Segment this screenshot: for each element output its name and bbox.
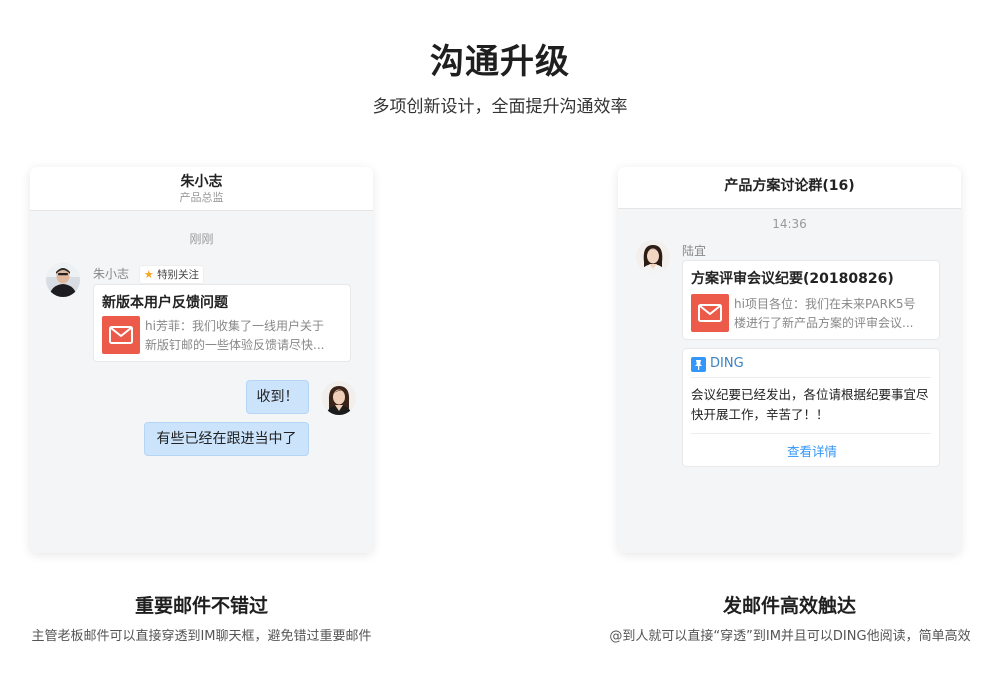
outgoing-message-bubble[interactable]: 收到！ [246, 380, 309, 414]
sender-name: 朱小志 [93, 267, 130, 281]
mail-icon [691, 294, 729, 332]
sender-row: 朱小志 ★ 特别关注 [93, 265, 205, 284]
feature-title: 发邮件高效触达 [722, 595, 856, 617]
mail-preview-line1: hi项目各位：我们在未来PARK5号 [734, 297, 916, 311]
mail-preview-line2: 楼进行了新产品方案的评审会议... [734, 316, 914, 330]
mail-message-card[interactable]: 新版本用户反馈问题 hi芳菲：我们收集了一线用户关于 新版钉邮的一些体验反馈请尽… [93, 284, 351, 362]
chat-contact-role: 产品总监 [179, 191, 224, 204]
ding-text-line2: 快开展工作，辛苦了！！ [691, 407, 829, 422]
avatar[interactable] [636, 240, 670, 274]
mail-preview-line1: hi芳菲：我们收集了一线用户关于 [145, 319, 324, 333]
mail-title: 方案评审会议纪要(20180826) [691, 271, 894, 287]
avatar[interactable] [46, 263, 80, 297]
view-details-link[interactable]: 查看详情 [683, 441, 941, 460]
sender-row: 陆宜 [682, 242, 706, 259]
ding-text-line1: 会议纪要已经发出，各位请根据纪要事宜尽 [691, 387, 929, 402]
hero-title: 沟通升级 [430, 42, 570, 82]
group-title[interactable]: 产品方案讨论群(16) [618, 178, 961, 195]
chat-window-group: 产品方案讨论群(16) 14:36 陆宜 方案评审会议纪要(20180826) … [618, 167, 961, 553]
star-icon: ★ [143, 268, 154, 281]
special-follow-badge: ★ 特别关注 [138, 265, 205, 284]
ding-label: DING [710, 356, 744, 371]
feature-description: @到人就可以直接“穿透”到IM并且可以DING他阅读，简单高效 [609, 629, 971, 644]
chat-header: 产品方案讨论群(16) [618, 167, 961, 209]
divider [691, 433, 931, 434]
chat-window-direct: 朱小志 产品总监 刚刚 朱小志 ★ 特别关注 新版本用户反馈问题 hi芳菲：我们… [30, 167, 373, 553]
mail-preview-line2: 新版钉邮的一些体验反馈请尽快... [145, 338, 325, 352]
ding-message-card[interactable]: DING 会议纪要已经发出，各位请根据纪要事宜尽 快开展工作，辛苦了！！ 查看详… [682, 348, 940, 467]
pin-icon [691, 357, 706, 372]
mail-title: 新版本用户反馈问题 [102, 295, 228, 311]
mail-icon [102, 316, 140, 354]
chat-header: 朱小志 产品总监 [30, 167, 373, 211]
message-timestamp: 刚刚 [189, 232, 214, 246]
feature-description: 主管老板邮件可以直接穿透到IM聊天框，避免错过重要邮件 [31, 629, 372, 644]
sender-name: 陆宜 [682, 244, 707, 258]
feature-title: 重要邮件不错过 [134, 595, 268, 617]
divider [691, 377, 931, 378]
hero-subtitle: 多项创新设计，全面提升沟通效率 [372, 97, 628, 117]
avatar[interactable] [322, 381, 356, 415]
message-timestamp: 14:36 [772, 217, 807, 231]
mail-message-card[interactable]: 方案评审会议纪要(20180826) hi项目各位：我们在未来PARK5号 楼进… [682, 260, 940, 340]
badge-label: 特别关注 [157, 269, 200, 281]
chat-contact-name[interactable]: 朱小志 [30, 174, 373, 191]
outgoing-message-bubble[interactable]: 有些已经在跟进当中了 [144, 422, 309, 456]
